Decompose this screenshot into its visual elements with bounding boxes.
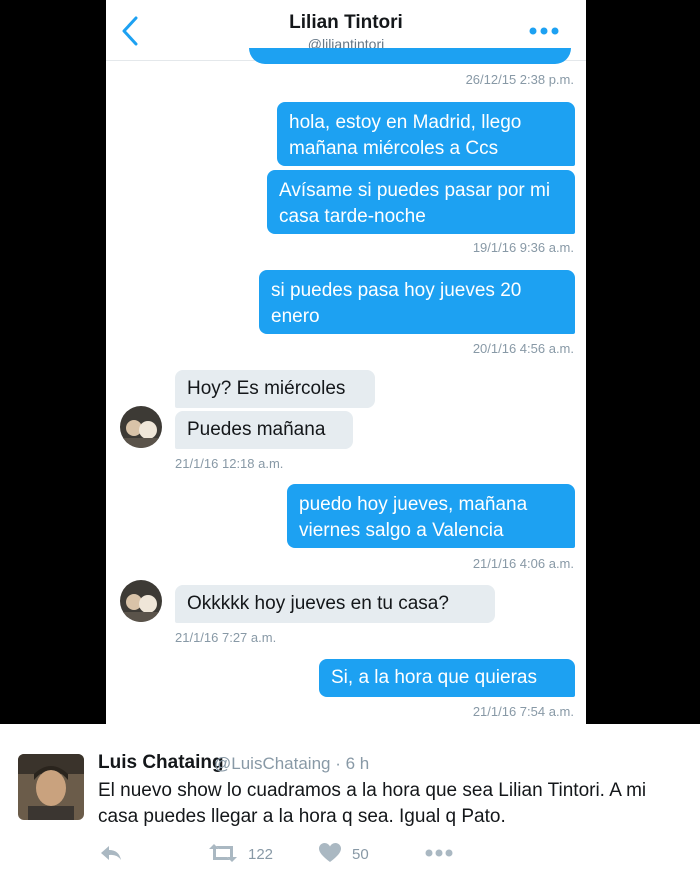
dm-screenshot: Lilian Tintori @liliantintori 26/12/15 2… xyxy=(106,0,586,724)
timestamp: 21/1/16 7:27 a.m. xyxy=(175,630,277,645)
outgoing-message: Si, a la hora que quieras xyxy=(319,659,575,697)
heart-icon[interactable] xyxy=(318,842,342,864)
timestamp: 21/1/16 12:18 a.m. xyxy=(175,456,284,471)
outgoing-message: hola, estoy en Madrid, llego mañana miér… xyxy=(277,102,575,166)
timestamp: 20/1/16 4:56 a.m. xyxy=(472,341,574,356)
timestamp: 19/1/16 9:36 a.m. xyxy=(472,240,574,255)
timestamp: 21/1/16 4:06 a.m. xyxy=(472,556,574,571)
incoming-message: Puedes mañana xyxy=(175,411,353,449)
message-bubble-cut xyxy=(249,48,571,64)
outgoing-message: puedo hoy jueves, mañana viernes salgo a… xyxy=(287,484,575,548)
conversation-title: Lilian Tintori xyxy=(289,12,403,33)
retweet-icon[interactable] xyxy=(206,842,240,864)
reply-icon[interactable] xyxy=(98,842,124,864)
author-handle-time[interactable]: @LuisChataing · 6 h xyxy=(214,754,369,774)
outgoing-message: si puedes pasa hoy jueves 20 enero xyxy=(259,270,575,334)
more-dots-icon[interactable] xyxy=(526,24,562,38)
timestamp: 26/12/15 2:38 p.m. xyxy=(465,72,574,87)
retweet-count: 122 xyxy=(248,846,274,863)
incoming-message: Okkkkk hoy jueves en tu casa? xyxy=(175,585,495,623)
more-icon[interactable] xyxy=(424,842,454,864)
incoming-message: Hoy? Es miércoles xyxy=(175,370,375,408)
timestamp: 21/1/16 7:54 a.m. xyxy=(472,704,574,719)
author-avatar[interactable] xyxy=(18,754,84,820)
outgoing-message: Avísame si puedes pasar por mi casa tard… xyxy=(267,170,575,234)
like-count: 50 xyxy=(352,846,369,863)
tweet-text: El nuevo show lo cuadramos a la hora que… xyxy=(98,780,647,827)
avatar xyxy=(120,406,162,448)
author-name[interactable]: Luis Chataing xyxy=(98,752,224,774)
tweet: Luis Chataing @LuisChataing · 6 h El nue… xyxy=(0,724,700,871)
avatar xyxy=(120,580,162,622)
